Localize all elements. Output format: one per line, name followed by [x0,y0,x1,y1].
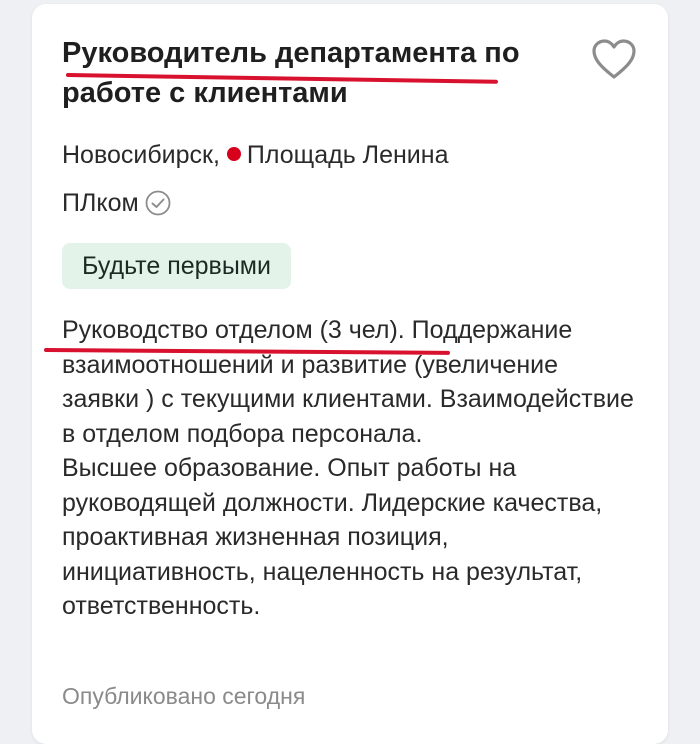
published-date: Опубликовано сегодня [62,683,306,709]
check-circle-icon [145,190,171,216]
metro-station-label: Площадь Ленина [246,141,449,169]
description-requirements: Высшее образование. Опыт работы на руков… [62,454,603,620]
company-row[interactable]: ПЛком [62,186,171,220]
company-name[interactable]: ПЛком [62,189,139,218]
vacancy-title[interactable]: Руководитель департамента по работе с кл… [62,33,562,113]
vacancy-location: Новосибирск, Площадь Ленина [62,138,448,172]
description-responsibilities: Руководство отделом (3 чел). Поддержание… [62,316,634,448]
city-label: Новосибирск, [62,141,220,169]
metro-line-dot-icon [226,147,241,161]
be-first-badge: Будьте первыми [62,243,291,289]
heart-outline-icon[interactable] [591,38,637,80]
vacancy-description: Руководство отделом (3 чел). Поддержание… [62,313,637,624]
